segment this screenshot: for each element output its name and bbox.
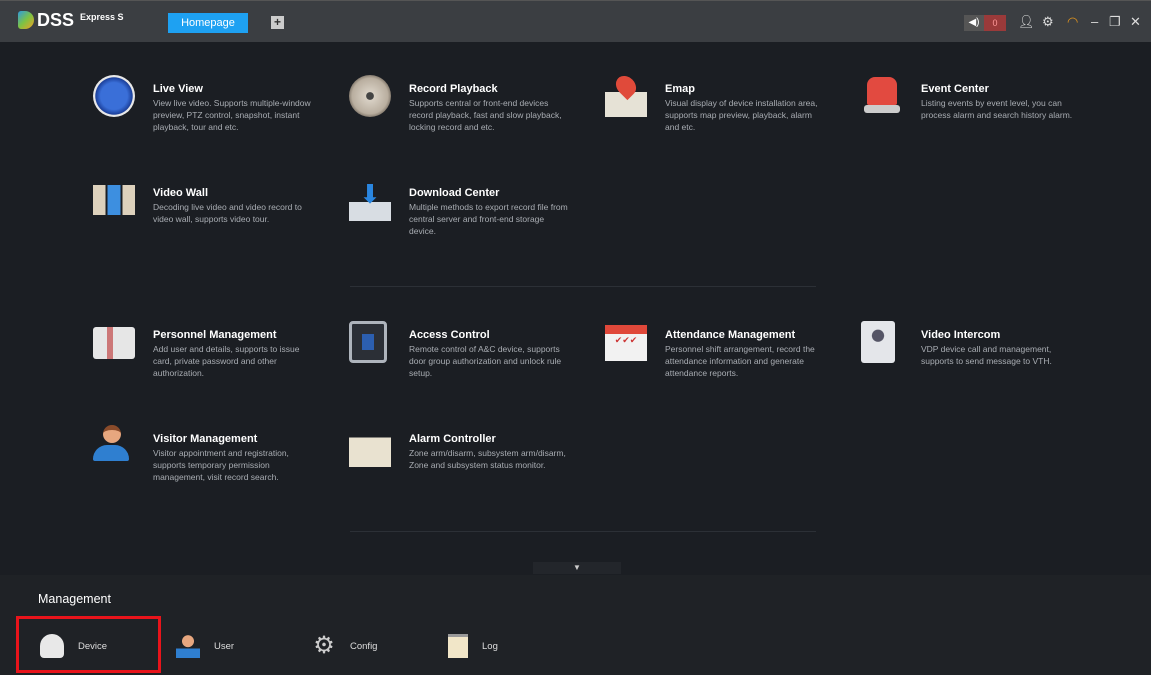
management-title: Management <box>38 592 111 606</box>
management-item-label: Config <box>350 640 378 652</box>
module-title: Attendance Management <box>665 329 796 341</box>
module-description: Listing events by event level, you can p… <box>921 98 1073 120</box>
section-divider <box>350 531 816 532</box>
module-title: Visitor Management <box>153 433 258 445</box>
gear-icon: ⚙ <box>313 632 335 659</box>
top-bar: DSS Express S Homepage + ◀) 0 👤︎ ⚙ ◠ – ❐… <box>0 0 1151 42</box>
logo-subtitle: Express S <box>80 12 124 22</box>
module-description: Personnel shift arrangement, record the … <box>665 344 815 378</box>
module-title: Personnel Management <box>153 329 277 341</box>
module-description: Visitor appointment and registration, su… <box>153 448 289 482</box>
module-description: Multiple methods to export record file f… <box>409 202 568 236</box>
management-item-label: Log <box>482 640 498 652</box>
module-description: Remote control of A&C device, supports d… <box>409 344 562 378</box>
management-item-label: User <box>214 640 235 652</box>
management-item-log[interactable]: Log <box>448 634 498 658</box>
video-wall-icon <box>93 185 135 215</box>
add-tab-button[interactable]: + <box>271 16 284 29</box>
module-description: Visual display of device installation ar… <box>665 98 818 132</box>
collapse-toggle[interactable]: ▼ <box>533 562 621 574</box>
alarm-controller-icon <box>349 425 391 467</box>
access-panel-icon <box>349 321 387 363</box>
close-icon[interactable]: ✕ <box>1130 14 1141 30</box>
visitor-icon <box>93 425 135 467</box>
user-icon[interactable]: 👤︎ <box>1018 14 1035 30</box>
module-title: Record Playback <box>409 83 498 95</box>
module-description: View live video. Supports multiple-windo… <box>153 98 311 132</box>
speaker-icon[interactable]: ◀) <box>964 15 984 31</box>
module-title: Live View <box>153 83 203 95</box>
logo-text: DSS <box>37 10 75 30</box>
module-description: Zone arm/disarm, subsystem arm/disarm, Z… <box>409 448 566 470</box>
performance-icon[interactable]: ◠ <box>1067 14 1078 30</box>
id-card-icon <box>93 327 135 359</box>
app-logo: DSS Express S <box>18 11 124 29</box>
restore-icon[interactable]: ❐ <box>1109 14 1121 30</box>
alarm-count: 0 <box>984 15 1006 31</box>
module-title: Video Intercom <box>921 329 1001 341</box>
film-reel-icon <box>349 75 391 117</box>
module-title: Event Center <box>921 83 989 95</box>
module-description: Add user and details, supports to issue … <box>153 344 300 378</box>
module-description: VDP device call and management, supports… <box>921 344 1052 366</box>
download-icon: ⬇ <box>349 179 391 221</box>
notepad-icon <box>448 634 468 658</box>
logo-icon <box>18 11 34 29</box>
live-view-icon <box>93 75 135 117</box>
highlight-box <box>16 616 161 673</box>
management-panel: Management Device User ⚙ Config Log <box>0 575 1151 675</box>
section-divider <box>350 286 816 287</box>
alarm-light-icon <box>861 75 903 117</box>
user-icon <box>176 634 200 658</box>
module-description: Decoding live video and video record to … <box>153 202 302 224</box>
alarm-indicator[interactable]: ◀) 0 <box>964 15 1006 31</box>
tab-homepage[interactable]: Homepage <box>168 13 248 33</box>
management-item-user[interactable]: User <box>176 634 235 658</box>
minimize-icon[interactable]: – <box>1091 14 1098 30</box>
calendar-icon: ✔✔✔ <box>605 325 647 361</box>
module-title: Access Control <box>409 329 490 341</box>
module-title: Video Wall <box>153 187 209 199</box>
module-title: Download Center <box>409 187 500 199</box>
management-item-config[interactable]: ⚙ Config <box>312 632 378 659</box>
intercom-icon <box>861 321 895 363</box>
module-title: Alarm Controller <box>409 433 496 445</box>
map-pin-icon <box>605 71 647 117</box>
module-title: Emap <box>665 83 695 95</box>
gear-icon[interactable]: ⚙ <box>1042 14 1054 30</box>
module-description: Supports central or front-end devices re… <box>409 98 562 132</box>
